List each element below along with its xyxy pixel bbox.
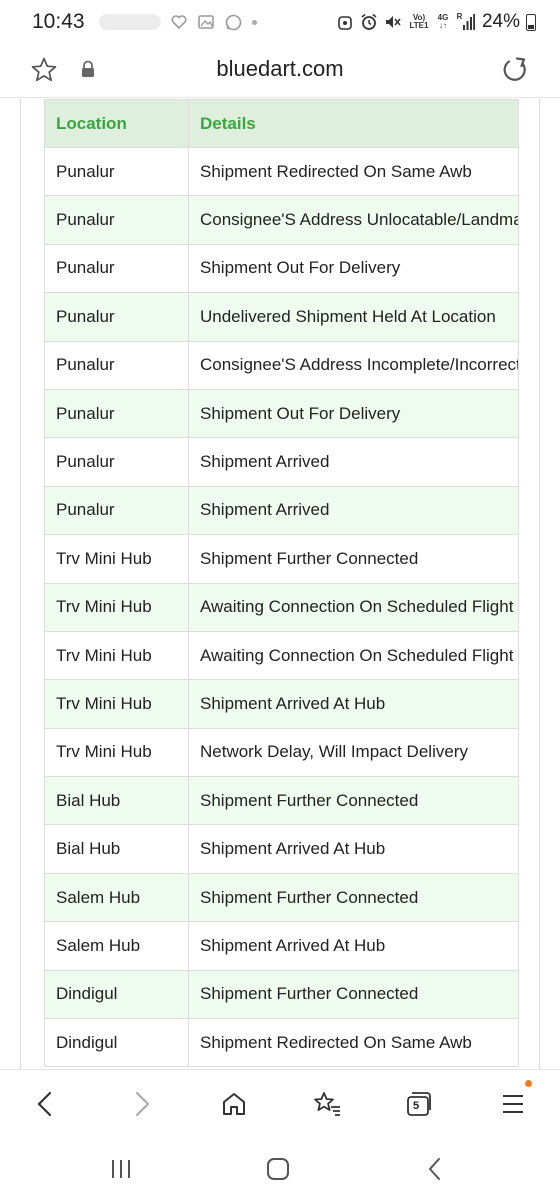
- location-cell: Punalur: [44, 485, 189, 536]
- heart-notification-icon: [171, 14, 188, 31]
- table-row: Salem Hub Shipment Arrived At Hub: [44, 921, 519, 971]
- table-row: Punalur Consignee'S Address Incomplete/In…: [44, 340, 519, 390]
- details-cell: Undelivered Shipment Held At Location: [188, 292, 519, 342]
- tracking-table: Location Details Punalur Shipment Redirec…: [44, 99, 519, 1068]
- table-row: Trv Mini Hub Shipment Further Connected: [44, 534, 519, 584]
- table-row: Trv Mini Hub Network Delay, Will Impact D…: [44, 727, 519, 778]
- table-row: Punalur Undelivered Shipment Held At Loca…: [44, 292, 519, 342]
- table-row: Punalur Shipment Redirected On Same Awb: [44, 146, 519, 197]
- volte-indicator: Vo) LTE1: [409, 13, 429, 30]
- tabs-icon[interactable]: 5: [403, 1088, 435, 1120]
- table-row: Punalur Consignee'S Address Unlocatable/L…: [44, 195, 519, 245]
- location-cell: Dindigul: [44, 969, 189, 1020]
- table-header-row: Location Details: [44, 99, 519, 148]
- table-row: Dindigul Shipment Further Connected: [44, 969, 519, 1020]
- signal-icon: R: [456, 13, 476, 31]
- details-cell: Shipment Arrived At Hub: [188, 824, 519, 874]
- back-icon[interactable]: [29, 1088, 61, 1120]
- location-cell: Salem Hub: [44, 872, 189, 923]
- system-navigation-bar: [0, 1137, 560, 1200]
- content-border-right: [539, 99, 540, 1069]
- details-cell: Network Delay, Will Impact Delivery: [188, 727, 519, 778]
- location-cell: Punalur: [44, 146, 189, 197]
- details-cell: Awaiting Connection On Scheduled Flight: [188, 630, 519, 681]
- details-cell: Shipment Arrived: [188, 485, 519, 536]
- details-cell: Shipment Out For Delivery: [188, 243, 519, 294]
- location-cell: Punalur: [44, 243, 189, 294]
- recent-apps-icon[interactable]: [106, 1154, 136, 1184]
- location-cell: Punalur: [44, 388, 189, 439]
- notification-placeholder: [98, 14, 161, 30]
- reload-icon[interactable]: [500, 55, 530, 85]
- details-cell: Shipment Redirected On Same Awb: [188, 146, 519, 197]
- details-cell: Shipment Arrived At Hub: [188, 679, 519, 729]
- details-cell: Shipment Further Connected: [188, 969, 519, 1020]
- location-cell: Bial Hub: [44, 776, 189, 826]
- alarm-lock-icon: [336, 13, 354, 31]
- url-bar[interactable]: bluedart.com: [0, 44, 560, 98]
- details-cell: Shipment Further Connected: [188, 872, 519, 923]
- table-row: Trv Mini Hub Awaiting Connection On Sched…: [44, 582, 519, 632]
- mute-icon: [384, 13, 402, 31]
- page-content[interactable]: Location Details Punalur Shipment Redirec…: [0, 99, 560, 1069]
- status-time: 10:43: [32, 10, 85, 33]
- location-cell: Trv Mini Hub: [44, 727, 189, 778]
- table-row: Punalur Shipment Out For Delivery: [44, 388, 519, 439]
- location-cell: Trv Mini Hub: [44, 582, 189, 632]
- alarm-icon: [360, 13, 378, 31]
- battery-percentage: 24%: [481, 11, 520, 32]
- notification-icons: [98, 14, 257, 31]
- details-cell: Consignee'S Address Incomplete/Incorrect: [188, 340, 519, 390]
- menu-notification-dot: [525, 1080, 532, 1087]
- tab-count: 5: [413, 1100, 420, 1112]
- browser-toolbar: 5: [0, 1069, 560, 1137]
- column-header-location: Location: [44, 99, 189, 148]
- network-type-indicator: 4G ↓↑: [437, 13, 449, 30]
- table-row: Punalur Shipment Out For Delivery: [44, 243, 519, 294]
- table-row: Punalur Shipment Arrived: [44, 485, 519, 536]
- details-cell: Shipment Out For Delivery: [188, 388, 519, 439]
- system-status-icons: Vo) LTE1 4G ↓↑ R 24%: [336, 11, 536, 33]
- location-cell: Punalur: [44, 340, 189, 390]
- location-cell: Salem Hub: [44, 921, 189, 971]
- status-bar: 10:43 Vo) LTE1 4G ↓↑ R 24%: [0, 0, 560, 44]
- location-cell: Bial Hub: [44, 824, 189, 874]
- table-row: Punalur Shipment Arrived: [44, 437, 519, 487]
- content-border-left: [20, 99, 21, 1069]
- tracking-table-container[interactable]: Location Details Punalur Shipment Redirec…: [44, 99, 519, 1068]
- gallery-notification-icon: [198, 14, 215, 31]
- details-cell: Shipment Further Connected: [188, 776, 519, 826]
- forward-icon[interactable]: [126, 1088, 158, 1120]
- table-row: Salem Hub Shipment Further Connected: [44, 872, 519, 923]
- details-cell: Shipment Arrived: [188, 437, 519, 487]
- table-row: Trv Mini Hub Shipment Arrived At Hub: [44, 679, 519, 729]
- details-cell: Awaiting Connection On Scheduled Flight: [188, 582, 519, 632]
- back-nav-icon[interactable]: [420, 1154, 450, 1184]
- location-cell: Punalur: [44, 195, 189, 245]
- details-cell: Shipment Redirected On Same Awb: [188, 1018, 519, 1068]
- column-header-details: Details: [188, 99, 519, 148]
- details-cell: Shipment Arrived At Hub: [188, 921, 519, 971]
- location-cell: Punalur: [44, 437, 189, 487]
- table-row: Trv Mini Hub Awaiting Connection On Sched…: [44, 630, 519, 681]
- location-cell: Punalur: [44, 292, 189, 342]
- table-row: Bial Hub Shipment Further Connected: [44, 776, 519, 826]
- location-cell: Trv Mini Hub: [44, 534, 189, 584]
- table-row: Dindigul Shipment Redirected On Same Awb: [44, 1018, 519, 1068]
- whatsapp-notification-icon: [225, 14, 242, 31]
- home-nav-icon[interactable]: [263, 1154, 293, 1184]
- home-icon[interactable]: [218, 1088, 250, 1120]
- url-domain[interactable]: bluedart.com: [0, 56, 560, 82]
- location-cell: Trv Mini Hub: [44, 630, 189, 681]
- battery-icon: [526, 13, 536, 31]
- table-body: Punalur Shipment Redirected On Same Awb Pu…: [44, 146, 519, 1068]
- location-cell: Dindigul: [44, 1018, 189, 1068]
- details-cell: Shipment Further Connected: [188, 534, 519, 584]
- more-notifications-dot: [251, 19, 257, 25]
- bookmarks-icon[interactable]: [311, 1088, 343, 1120]
- details-cell: Consignee'S Address Unlocatable/Landmark: [188, 195, 519, 245]
- location-cell: Trv Mini Hub: [44, 679, 189, 729]
- menu-icon[interactable]: [497, 1080, 532, 1120]
- table-row: Bial Hub Shipment Arrived At Hub: [44, 824, 519, 874]
